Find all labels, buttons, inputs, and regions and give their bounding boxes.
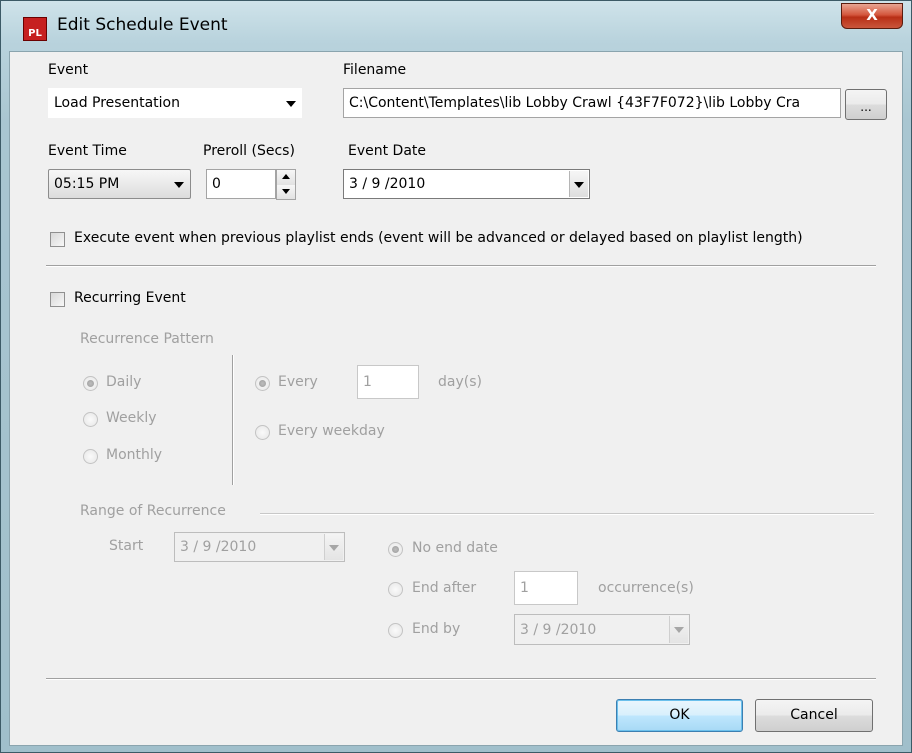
event-date-picker[interactable]: 3 / 9 /2010 [343, 169, 590, 199]
preroll-increment-button[interactable] [277, 170, 295, 186]
event-time-label: Event Time [48, 143, 127, 159]
no-end-date-label[interactable]: No end date [412, 540, 498, 556]
range-of-recurrence-label: Range of Recurrence [80, 503, 226, 519]
event-date-dropdown-button[interactable] [569, 171, 588, 197]
filename-field[interactable]: C:\Content\Templates\lib Lobby Crawl {43… [343, 88, 841, 118]
recurring-event-label[interactable]: Recurring Event [74, 290, 186, 306]
browse-button[interactable]: ... [845, 89, 887, 120]
chevron-down-icon [674, 627, 684, 633]
range-divider [260, 513, 874, 515]
end-after-occurrences-input[interactable]: 1 [514, 571, 578, 605]
execute-when-ends-label[interactable]: Execute event when previous playlist end… [74, 230, 803, 246]
end-by-dropdown-button[interactable] [669, 616, 688, 643]
divider [46, 265, 876, 267]
chevron-down-icon [286, 101, 296, 107]
recurring-event-checkbox[interactable] [50, 292, 65, 307]
preroll-input[interactable]: 0 [206, 169, 276, 199]
ok-button[interactable]: OK [616, 699, 743, 732]
event-select[interactable]: Load Presentation [48, 88, 302, 118]
start-label: Start [109, 538, 144, 554]
event-select-value: Load Presentation [54, 95, 180, 111]
end-after-value: 1 [520, 580, 529, 596]
end-by-date-value: 3 / 9 /2010 [520, 621, 597, 638]
every-days-value: 1 [363, 374, 372, 390]
preroll-stepper[interactable] [276, 169, 296, 200]
arrow-down-icon [282, 188, 290, 194]
start-date-dropdown-button[interactable] [324, 534, 343, 560]
event-label: Event [48, 62, 89, 78]
app-logo-icon: PL [23, 17, 47, 41]
filename-label: Filename [343, 62, 407, 78]
daily-label[interactable]: Daily [106, 374, 141, 390]
end-by-label[interactable]: End by [412, 621, 460, 637]
every-weekday-radio[interactable] [255, 425, 270, 440]
days-unit-label: day(s) [438, 374, 482, 390]
title-bar[interactable]: PL Edit Schedule Event X [1, 1, 912, 51]
bottom-divider [46, 678, 876, 680]
end-by-date-picker[interactable]: 3 / 9 /2010 [514, 614, 690, 645]
end-after-label[interactable]: End after [412, 580, 476, 596]
weekly-radio[interactable] [83, 412, 98, 427]
daily-radio[interactable] [83, 376, 98, 391]
event-date-label: Event Date [348, 143, 427, 159]
occurrences-unit-label: occurrence(s) [598, 580, 694, 596]
no-end-date-radio[interactable] [388, 542, 403, 557]
end-after-radio[interactable] [388, 582, 403, 597]
start-date-picker[interactable]: 3 / 9 /2010 [174, 532, 345, 562]
event-date-value: 3 / 9 /2010 [349, 176, 426, 192]
monthly-radio[interactable] [83, 449, 98, 464]
every-label[interactable]: Every [278, 374, 318, 390]
every-weekday-label[interactable]: Every weekday [278, 423, 385, 439]
dialog-window: PL Edit Schedule Event X Event Load Pres… [0, 0, 912, 753]
event-time-value: 05:15 PM [54, 176, 120, 192]
every-n-days-radio[interactable] [255, 376, 270, 391]
end-by-radio[interactable] [388, 623, 403, 638]
event-time-select[interactable]: 05:15 PM [48, 169, 191, 199]
every-days-input[interactable]: 1 [357, 365, 419, 399]
start-date-value: 3 / 9 /2010 [180, 539, 257, 555]
close-button[interactable]: X [841, 3, 903, 29]
preroll-decrement-button[interactable] [277, 184, 295, 199]
execute-when-ends-checkbox[interactable] [50, 232, 65, 247]
chevron-down-icon [174, 182, 184, 188]
chevron-down-icon [329, 545, 339, 551]
recurrence-pattern-label: Recurrence Pattern [80, 331, 214, 347]
monthly-label[interactable]: Monthly [106, 447, 162, 463]
chevron-down-icon [574, 182, 584, 188]
filename-value: C:\Content\Templates\lib Lobby Crawl {43… [349, 95, 801, 111]
window-title: Edit Schedule Event [57, 15, 228, 35]
pattern-divider [232, 355, 234, 485]
preroll-label: Preroll (Secs) [203, 143, 295, 159]
preroll-value: 0 [212, 176, 221, 192]
dialog-body: Event Load Presentation Filename C:\Cont… [9, 51, 903, 746]
cancel-button[interactable]: Cancel [755, 699, 873, 732]
arrow-up-icon [282, 174, 290, 179]
weekly-label[interactable]: Weekly [106, 410, 157, 426]
